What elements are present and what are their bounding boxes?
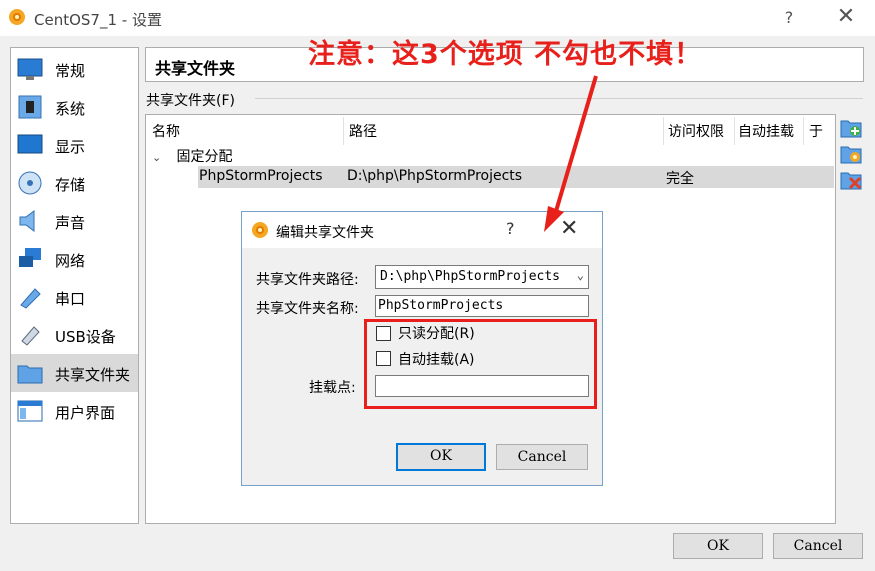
edit-folder-icon[interactable] [840, 143, 862, 165]
sidebar-item-display[interactable]: 显示 [11, 126, 138, 164]
sidebar-item-storage[interactable]: 存储 [11, 164, 138, 202]
dialog-ok-button[interactable]: OK [396, 443, 486, 471]
column-divider [803, 117, 804, 145]
table-row[interactable]: PhpStormProjects D:\php\PhpStormProjects… [198, 166, 834, 188]
sidebar-item-general[interactable]: 常规 [11, 50, 138, 88]
cancel-button[interactable]: Cancel [773, 533, 863, 559]
folder-path-value: D:\php\PhpStormProjects [380, 269, 561, 284]
folder-name-label: 共享文件夹名称: [256, 301, 359, 317]
sidebar-item-serial-port[interactable]: 串口 [11, 278, 138, 316]
sidebar-item-system[interactable]: 系统 [11, 88, 138, 126]
sidebar-item-shared-folders[interactable]: 共享文件夹 [11, 354, 138, 392]
sidebar-item-label: 用户界面 [55, 404, 116, 422]
sidebar-item-label: 存储 [55, 176, 86, 194]
storage-icon [18, 171, 42, 195]
dialog-title: 编辑共享文件夹 [276, 225, 374, 241]
sidebar-item-network[interactable]: 网络 [11, 240, 138, 278]
close-button[interactable]: ✕ [832, 6, 860, 30]
sidebar-item-label: 串口 [55, 290, 86, 308]
mount-point-label: 挂载点: [309, 380, 356, 396]
chevron-down-icon[interactable]: ⌄ [152, 151, 168, 164]
sidebar-item-usb[interactable]: USB设备 [11, 316, 138, 354]
user-interface-icon [17, 400, 43, 422]
column-header-at[interactable]: 于 [809, 121, 823, 141]
virtualbox-icon [252, 222, 268, 238]
column-header-name[interactable]: 名称 [152, 121, 180, 141]
sidebar-item-label: USB设备 [55, 328, 116, 346]
general-icon [17, 58, 43, 80]
shared-folders-group-label: 共享文件夹(F) [146, 93, 235, 109]
display-icon [17, 134, 43, 154]
serial-port-icon [20, 288, 41, 309]
sidebar-item-label: 网络 [55, 252, 86, 270]
column-header-access[interactable]: 访问权限 [668, 121, 724, 141]
cell-access: 完全 [666, 171, 694, 187]
add-folder-icon[interactable] [840, 117, 862, 139]
folder-name-field[interactable]: PhpStormProjects [375, 295, 589, 317]
virtualbox-icon [9, 9, 25, 25]
cell-name: PhpStormProjects [199, 168, 323, 184]
settings-sidebar: 常规 系统 显示 存储 声音 网络 串口 USB设备 共享文件夹 用户界面 [10, 47, 139, 524]
tree-group-row[interactable]: ⌄ 固定分配 [152, 146, 232, 166]
ok-button[interactable]: OK [673, 533, 763, 559]
help-button[interactable]: ? [778, 6, 800, 30]
dialog-cancel-button[interactable]: Cancel [496, 444, 588, 470]
sidebar-item-label: 系统 [55, 100, 86, 118]
shared-folder-icon [17, 365, 43, 384]
folder-path-label: 共享文件夹路径: [256, 272, 359, 288]
group-label: 固定分配 [176, 149, 233, 165]
annotation-highlight-box [364, 319, 597, 409]
folder-name-value: PhpStormProjects [378, 298, 504, 313]
sidebar-item-label: 声音 [55, 214, 86, 232]
folder-path-select[interactable]: D:\php\PhpStormProjects ⌄ [375, 265, 589, 289]
page-title: 共享文件夹 [155, 59, 236, 78]
window-title: CentOS7_1 - 设置 [34, 11, 162, 29]
column-header-automount[interactable]: 自动挂载 [738, 121, 794, 141]
sidebar-item-user-interface[interactable]: 用户界面 [11, 392, 138, 430]
title-bar: CentOS7_1 - 设置 ? ✕ [0, 0, 875, 36]
audio-icon [19, 210, 35, 232]
network-icon [19, 248, 41, 267]
sidebar-item-label: 共享文件夹 [55, 366, 131, 384]
chevron-down-icon: ⌄ [576, 268, 584, 282]
dialog-help-button[interactable]: ? [506, 219, 515, 238]
sidebar-item-audio[interactable]: 声音 [11, 202, 138, 240]
column-divider [343, 117, 344, 145]
sidebar-item-label: 显示 [55, 138, 86, 156]
column-header-path[interactable]: 路径 [349, 121, 377, 141]
system-icon [18, 95, 42, 119]
annotation-text: 注意：这3个选项 不勾也不填！ [308, 39, 703, 70]
remove-folder-icon[interactable] [840, 169, 862, 191]
column-divider [663, 117, 664, 145]
sidebar-item-label: 常规 [55, 62, 86, 80]
cell-path: D:\php\PhpStormProjects [347, 168, 523, 184]
usb-icon [21, 326, 40, 346]
column-divider [734, 117, 735, 145]
annotation-arrow [544, 75, 598, 232]
